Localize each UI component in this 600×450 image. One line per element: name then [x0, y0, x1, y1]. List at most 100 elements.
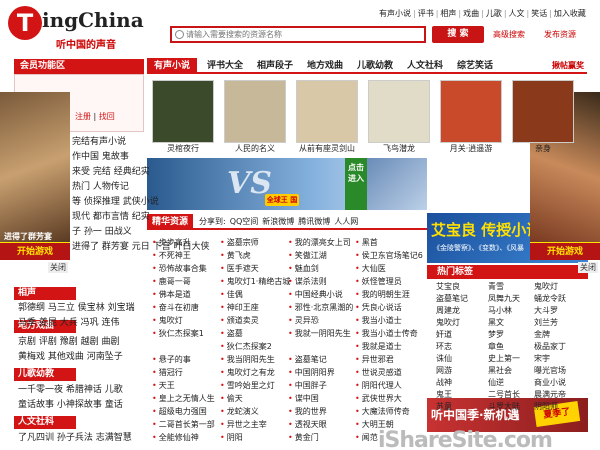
curated-item[interactable]: 天王 — [152, 379, 224, 392]
curated-item[interactable]: 谍中国 — [288, 392, 360, 405]
hot-tag[interactable]: 梦罗 — [488, 329, 540, 341]
crosstalk-line[interactable]: 马季 姜昆 大兵 冯巩 连伟 — [18, 317, 119, 329]
book-cover[interactable] — [440, 80, 502, 143]
kids-line[interactable]: 一千零一夜 希腊神话 儿歌 — [18, 384, 123, 396]
book-title[interactable]: 人民的名义 — [220, 143, 290, 154]
curated-item[interactable]: 中国经典小说 — [288, 288, 360, 301]
curated-item[interactable]: 颁道卖灵 — [220, 314, 292, 327]
hot-tag[interactable]: 马小林 — [488, 305, 540, 317]
curated-item[interactable]: 黄飞虎 — [220, 249, 292, 262]
curated-item[interactable]: 全能修仙神 — [152, 431, 224, 444]
site-logo[interactable]: T ingChina 听中国的声音 — [8, 6, 158, 51]
curated-item[interactable]: 中国阴阳界 — [288, 366, 360, 379]
curated-item[interactable]: 我就是道士 — [355, 340, 427, 353]
book-cover[interactable] — [296, 80, 358, 143]
hot-tag[interactable]: 章鱼 — [488, 341, 540, 353]
curated-item[interactable]: 魅血剑 — [288, 262, 360, 275]
curated-item[interactable]: 凭良心说话 — [355, 301, 427, 314]
right-ad-close-button[interactable]: 关闭 — [578, 262, 598, 273]
curated-item[interactable]: 我当阴阳先生 — [220, 353, 292, 366]
curated-item[interactable]: 异世邪君 — [355, 353, 427, 366]
left-category-line[interactable]: 作中国 鬼故事 — [72, 151, 129, 163]
left-category-line[interactable]: 热门 人物传记 — [72, 181, 129, 193]
top-nav-link[interactable]: 相声 — [439, 9, 457, 18]
book-title[interactable]: 月关·逍遥游 — [436, 143, 506, 154]
hot-tag[interactable]: 奸道 — [436, 329, 488, 341]
curated-item[interactable]: 侯卫东官场笔记6 — [355, 249, 427, 262]
hot-tag[interactable]: 仙逆 — [488, 377, 540, 389]
hot-tag[interactable]: 极品家丁 — [534, 341, 586, 353]
tab-1[interactable]: 有声小说 — [147, 58, 197, 74]
curated-item[interactable]: 神印王座 — [220, 301, 292, 314]
left-category-line[interactable]: 完结有声小说 — [72, 136, 126, 148]
banner-enter-button[interactable]: 点击进入 — [345, 158, 367, 210]
curated-item[interactable]: 步步高升 — [152, 236, 224, 249]
drama-line[interactable]: 京剧 评剧 豫剧 越剧 曲剧 — [18, 336, 119, 348]
book-title[interactable]: 灵棺夜行 — [148, 143, 218, 154]
hot-tag[interactable]: 苏童 — [436, 401, 488, 413]
curated-item[interactable]: 我的漂亮女上司 — [288, 236, 360, 249]
hot-tag[interactable]: 鬼吹灯 — [534, 281, 586, 293]
curated-item[interactable]: 大仙医 — [355, 262, 427, 275]
share-link[interactable]: QQ空间 — [230, 217, 259, 226]
curated-item[interactable]: 谍杀法则 — [288, 275, 360, 288]
curated-item[interactable]: 悬子的事 — [152, 353, 224, 366]
left-category-line[interactable]: 现代 都市言情 纪实 — [72, 211, 150, 223]
top-nav-link[interactable]: 评书 — [417, 9, 435, 18]
hot-tag[interactable]: 史上第一 — [488, 353, 540, 365]
right-ad-start-button[interactable]: 开始游戏 — [530, 242, 600, 260]
tab-4[interactable]: 地方戏曲 — [303, 58, 347, 74]
curated-item[interactable]: 世说灵感道 — [355, 366, 427, 379]
hot-tag[interactable]: 艾宝良 — [436, 281, 488, 293]
book-cover[interactable] — [368, 80, 430, 143]
curated-item[interactable]: 我当小道士传奇 — [355, 327, 427, 340]
hot-tag[interactable]: 盗墓笔记 — [436, 293, 488, 305]
hot-tag[interactable]: 阴阳师 — [534, 401, 586, 413]
curated-item[interactable]: 透视天眼 — [288, 418, 360, 431]
curated-item[interactable]: 二哥首长第一部 — [152, 418, 224, 431]
curated-item[interactable]: 奋斗在初唐 — [152, 301, 224, 314]
curated-item[interactable]: 鬼吹灯 — [152, 314, 224, 327]
hot-tag[interactable]: 二号首长 — [488, 389, 540, 401]
top-nav-link[interactable]: 儿歌 — [485, 9, 503, 18]
curated-item[interactable]: 鹿哥一哥 — [152, 275, 224, 288]
curated-item[interactable]: 我的明朝生涯 — [355, 288, 427, 301]
curated-item[interactable]: 偷天 — [220, 392, 292, 405]
curated-item[interactable]: 大魔法师传奇 — [355, 405, 427, 418]
curated-item[interactable]: 盗墓 — [220, 327, 292, 340]
drama-line[interactable]: 黄梅戏 其他戏曲 河南坠子 — [18, 351, 123, 363]
book-cover[interactable] — [512, 80, 574, 143]
hot-tag[interactable]: 黑社会 — [488, 365, 540, 377]
search-button[interactable]: 搜 索 — [432, 26, 484, 43]
hot-tag[interactable]: 宋宇 — [534, 353, 586, 365]
share-link[interactable]: 人人网 — [334, 217, 358, 226]
banner-image[interactable] — [367, 158, 427, 210]
curated-item[interactable]: 异世之主宰 — [220, 418, 292, 431]
hot-tag[interactable]: 商业小说 — [534, 377, 586, 389]
share-link[interactable]: 新浪微博 — [262, 217, 294, 226]
curated-item[interactable]: 妖怪管理员 — [355, 275, 427, 288]
curated-item[interactable]: 闻范 — [355, 431, 427, 444]
hot-tag[interactable]: 青雪 — [488, 281, 540, 293]
culture-line[interactable]: 了凡四训 孙子兵法 志满智慧 — [18, 432, 132, 444]
curated-item[interactable]: 不死神王 — [152, 249, 224, 262]
curated-item[interactable]: 黄金门 — [288, 431, 360, 444]
curated-item[interactable]: 中国胖子 — [288, 379, 360, 392]
curated-item[interactable]: 医手遮天 — [220, 262, 292, 275]
curated-item[interactable]: 狄仁杰探案2 — [220, 340, 292, 353]
left-category-line[interactable]: 等 侦探推理 武侠小说 — [72, 196, 159, 208]
forgot-password-link[interactable]: 找回 — [99, 112, 115, 121]
hot-tag[interactable]: 斗罗大陆 — [488, 401, 540, 413]
category-head-culture[interactable]: 人文社科 — [14, 416, 76, 429]
hot-tag[interactable]: 凤舞九天 — [488, 293, 540, 305]
prize-link[interactable]: 揪帖赢奖 — [552, 60, 584, 71]
hot-tag[interactable]: 金牌 — [534, 329, 586, 341]
hot-tag[interactable]: 大斗罗 — [534, 305, 586, 317]
curated-item[interactable]: 黑首 — [355, 236, 427, 249]
curated-item[interactable]: 笑傲江湖 — [288, 249, 360, 262]
left-category-line[interactable]: 来受 完结 经典纪实 — [72, 166, 150, 178]
hot-tag[interactable]: 鬼吹灯 — [436, 317, 488, 329]
publish-resource-link[interactable]: 发布资源 — [534, 27, 586, 42]
curated-item[interactable]: 阴阳 — [220, 431, 292, 444]
curated-item[interactable]: 狄仁杰探案1 — [152, 327, 224, 340]
